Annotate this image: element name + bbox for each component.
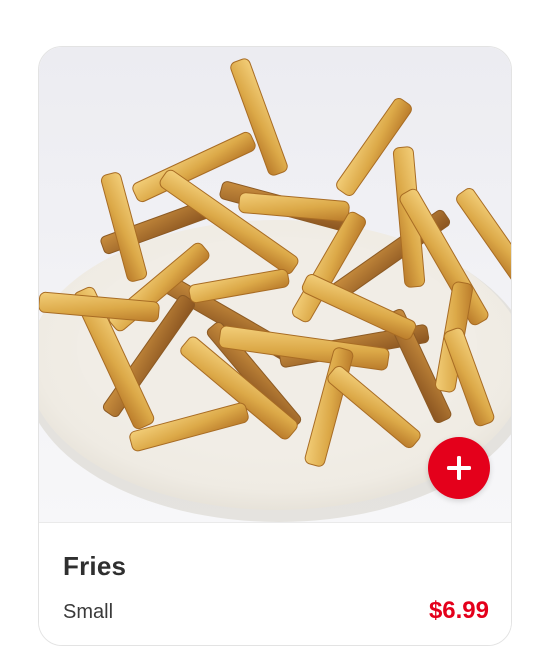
plus-icon [445, 454, 473, 482]
menu-item-card[interactable]: Fries Small $6.99 [38, 46, 512, 646]
add-to-cart-button[interactable] [428, 437, 490, 499]
item-title: Fries [63, 551, 127, 581]
item-details: Fries Small $6.99 [39, 522, 511, 645]
item-size-label: Small [63, 601, 114, 623]
item-price: $6.99 [428, 597, 489, 624]
item-photo [39, 47, 511, 522]
